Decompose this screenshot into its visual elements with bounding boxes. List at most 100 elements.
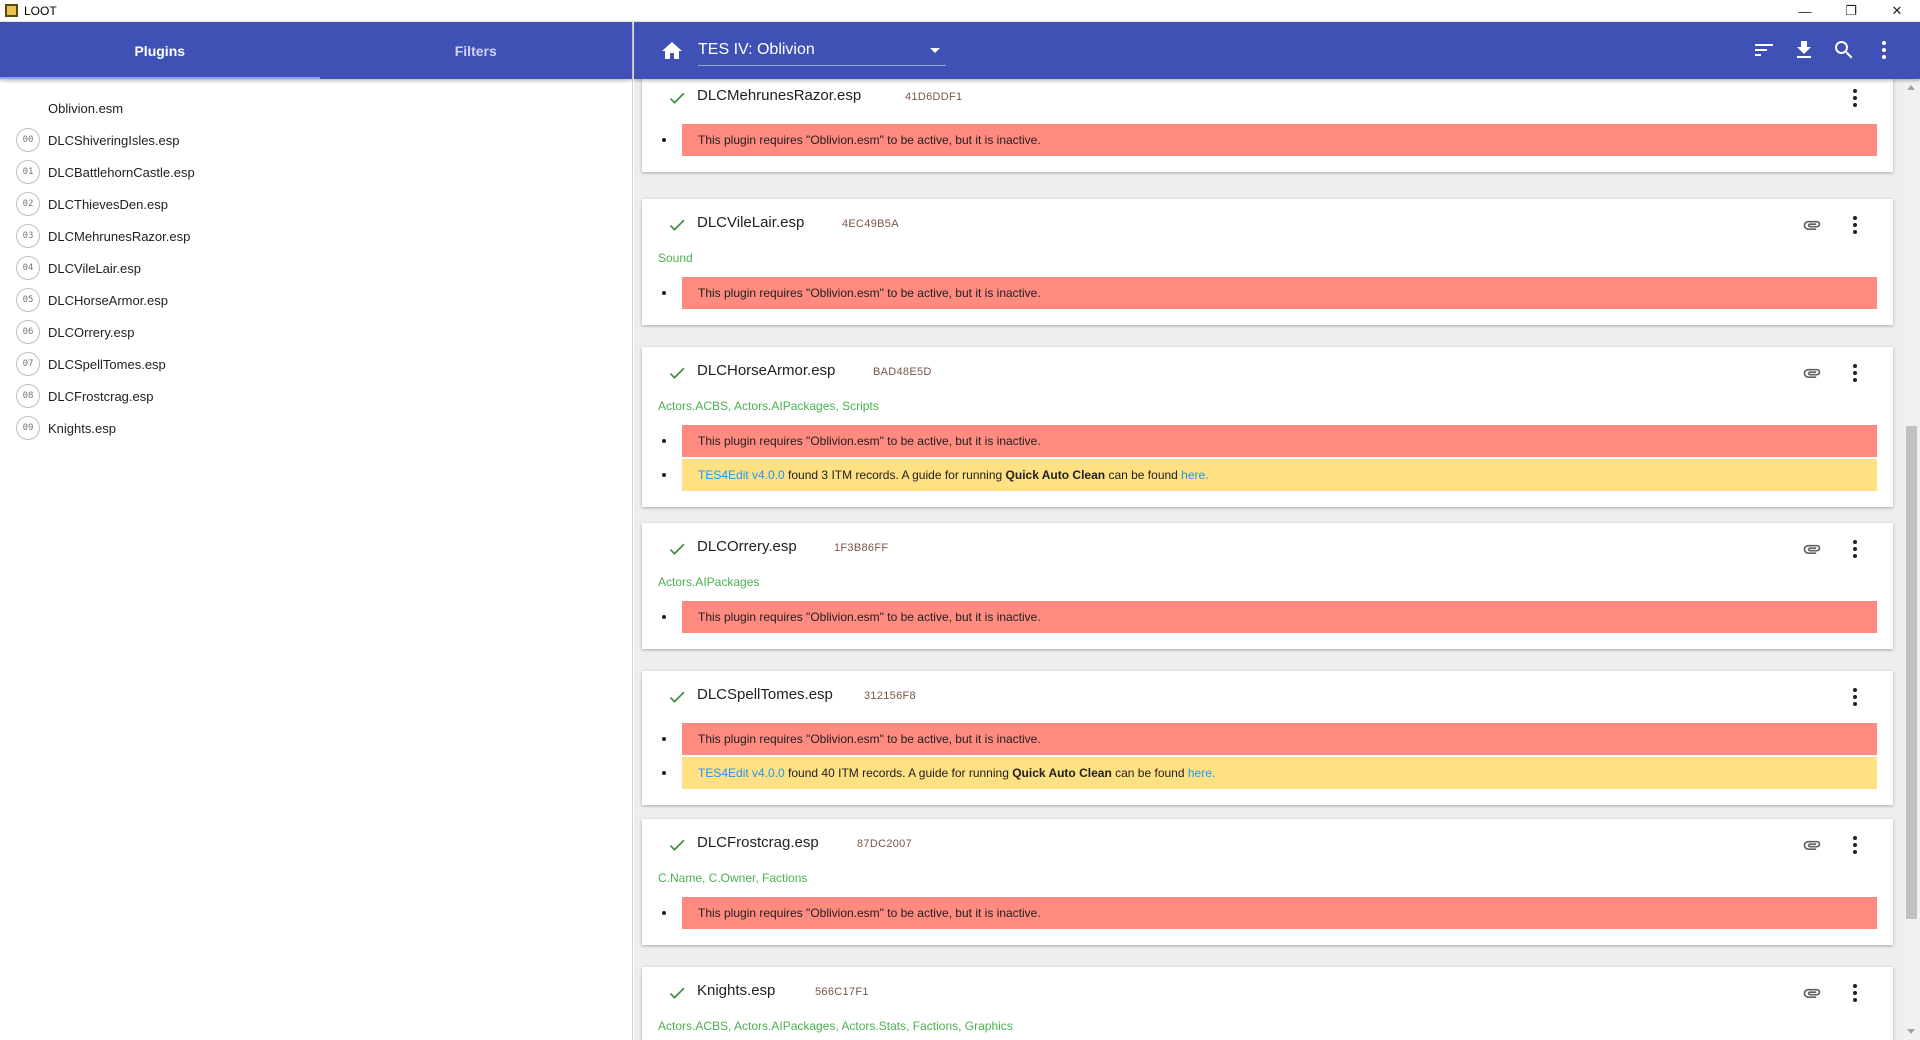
- more-vert-icon[interactable]: [1843, 361, 1867, 385]
- attachment-icon[interactable]: [1801, 983, 1823, 1003]
- plugin-nav-name: DLCFrostcrag.esp: [48, 388, 154, 404]
- guide-name: Quick Auto Clean: [1005, 468, 1106, 482]
- attachment-icon[interactable]: [1801, 363, 1823, 383]
- tool-link[interactable]: TES4Edit v4.0.0: [698, 766, 785, 780]
- scrollbar-thumb[interactable]: [1906, 426, 1917, 919]
- plugin-crc: 1F3B86FF: [834, 542, 889, 554]
- plugin-nav-item[interactable]: 03 DLCMehrunesRazor.esp: [0, 220, 632, 252]
- error-message: This plugin requires "Oblivion.esm" to b…: [662, 601, 1877, 633]
- toolbar-actions: [1736, 38, 1896, 62]
- plugin-nav-item[interactable]: 00 DLCShiveringIsles.esp: [0, 124, 632, 156]
- window-title: LOOT: [24, 3, 57, 18]
- itm-count: 3: [821, 468, 829, 482]
- close-button[interactable]: ✕: [1874, 0, 1920, 22]
- bash-tags: C.Name, C.Owner, Factions: [658, 871, 808, 885]
- message-list: This plugin requires "Oblivion.esm" to b…: [642, 425, 1893, 507]
- more-vert-icon[interactable]: [1872, 38, 1896, 62]
- scroll-down-arrow-icon[interactable]: [1907, 1029, 1915, 1034]
- game-select-value: TES IV: Oblivion: [698, 41, 815, 58]
- plugin-crc: 41D6DDF1: [905, 91, 963, 103]
- plugin-crc: BAD48E5D: [873, 366, 932, 378]
- active-tab-indicator: [0, 77, 320, 79]
- plugin-card-header: DLCMehrunesRazor.esp 41D6DDF1: [642, 79, 1893, 124]
- warning-text: ITM records. A guide for running: [828, 468, 1006, 482]
- plugin-crc: 312156F8: [864, 690, 916, 702]
- error-message: This plugin requires "Oblivion.esm" to b…: [662, 897, 1877, 929]
- plugin-card-header: DLCVileLair.esp 4EC49B5A: [642, 199, 1893, 251]
- error-message: This plugin requires "Oblivion.esm" to b…: [662, 277, 1877, 309]
- check-icon: [669, 691, 685, 703]
- load-order-index: 07: [16, 352, 40, 376]
- plugin-nav-item[interactable]: 02 DLCThievesDen.esp: [0, 188, 632, 220]
- sidebar-tabs: Plugins Filters: [0, 22, 632, 79]
- plugin-nav-name: DLCMehrunesRazor.esp: [48, 228, 191, 244]
- plugin-nav-name: DLCThievesDen.esp: [48, 196, 168, 212]
- attachment-icon[interactable]: [1801, 215, 1823, 235]
- more-vert-icon[interactable]: [1843, 537, 1867, 561]
- plugin-card-header: DLCOrrery.esp 1F3B86FF: [642, 523, 1893, 575]
- plugin-nav-name: DLCShiveringIsles.esp: [48, 132, 180, 148]
- plugin-card: DLCMehrunesRazor.esp 41D6DDF1 This plugi…: [642, 79, 1893, 172]
- plugin-card-header: DLCHorseArmor.esp BAD48E5D: [642, 347, 1893, 399]
- plugin-nav-item[interactable]: 04 DLCVileLair.esp: [0, 252, 632, 284]
- guide-link[interactable]: here: [1188, 766, 1212, 780]
- check-icon: [669, 543, 685, 555]
- load-order-index: 04: [16, 256, 40, 280]
- game-select[interactable]: TES IV: Oblivion: [698, 36, 946, 66]
- message-list: This plugin requires "Oblivion.esm" to b…: [642, 277, 1893, 325]
- load-order-index: 06: [16, 320, 40, 344]
- plugin-nav-item[interactable]: 07 DLCSpellTomes.esp: [0, 348, 632, 380]
- plugin-nav-item[interactable]: 06 DLCOrrery.esp: [0, 316, 632, 348]
- plugin-name: DLCVileLair.esp: [697, 214, 805, 231]
- plugin-nav-name: DLCBattlehornCastle.esp: [48, 164, 195, 180]
- check-icon: [669, 839, 685, 851]
- search-icon[interactable]: [1832, 38, 1856, 62]
- more-vert-icon[interactable]: [1843, 981, 1867, 1005]
- home-icon[interactable]: [660, 39, 684, 63]
- error-message: This plugin requires "Oblivion.esm" to b…: [662, 124, 1877, 156]
- main-toolbar: TES IV: Oblivion: [634, 22, 1920, 79]
- plugin-nav-item[interactable]: 09 Knights.esp: [0, 412, 632, 444]
- guide-link[interactable]: here: [1181, 468, 1205, 482]
- tool-link[interactable]: TES4Edit v4.0.0: [698, 468, 785, 482]
- main-scrollbar[interactable]: [1903, 79, 1920, 1040]
- plugin-card: DLCVileLair.esp 4EC49B5A Sound This plug…: [642, 199, 1893, 325]
- plugin-nav-item[interactable]: 05 DLCHorseArmor.esp: [0, 284, 632, 316]
- more-vert-icon[interactable]: [1843, 833, 1867, 857]
- chevron-down-icon: [930, 47, 940, 53]
- load-order-index: 09: [16, 416, 40, 440]
- minimize-button[interactable]: —: [1782, 0, 1828, 22]
- plugin-nav-item[interactable]: Oblivion.esm: [0, 92, 632, 124]
- more-vert-icon[interactable]: [1843, 213, 1867, 237]
- plugin-nav-name: DLCOrrery.esp: [48, 324, 135, 340]
- scroll-up-arrow-icon[interactable]: [1907, 85, 1915, 90]
- load-order-index: 01: [16, 160, 40, 184]
- more-vert-icon[interactable]: [1843, 685, 1867, 709]
- check-icon: [669, 92, 685, 104]
- plugin-nav-name: DLCVileLair.esp: [48, 260, 141, 276]
- plugin-card-header: DLCFrostcrag.esp 87DC2007: [642, 819, 1893, 871]
- plugin-card: DLCHorseArmor.esp BAD48E5D Actors.ACBS, …: [642, 347, 1893, 507]
- more-vert-icon[interactable]: [1843, 86, 1867, 110]
- tab-plugins[interactable]: Plugins: [0, 22, 320, 79]
- message-list: This plugin requires "Oblivion.esm" to b…: [642, 897, 1893, 945]
- plugin-nav-item[interactable]: 01 DLCBattlehornCastle.esp: [0, 156, 632, 188]
- plugin-card: DLCSpellTomes.esp 312156F8 This plugin r…: [642, 671, 1893, 805]
- load-order-index: 00: [16, 128, 40, 152]
- plugin-nav-name: Oblivion.esm: [48, 100, 124, 116]
- sidebar: Plugins Filters Oblivion.esm 00 DLCShive…: [0, 22, 633, 1040]
- download-icon[interactable]: [1792, 38, 1816, 62]
- message-list: This plugin requires "Oblivion.esm" to b…: [642, 723, 1893, 805]
- warning-text: can be found: [1111, 766, 1188, 780]
- warning-text: ITM records. A guide for running: [834, 766, 1013, 780]
- message-list: This plugin requires "Oblivion.esm" to b…: [642, 601, 1893, 649]
- plugin-nav-item[interactable]: 08 DLCFrostcrag.esp: [0, 380, 632, 412]
- bash-tags: Sound: [658, 251, 693, 265]
- tab-filters[interactable]: Filters: [320, 22, 633, 79]
- sort-icon[interactable]: [1752, 38, 1776, 62]
- plugin-card-header: DLCSpellTomes.esp 312156F8: [642, 671, 1893, 723]
- attachment-icon[interactable]: [1801, 539, 1823, 559]
- restore-button[interactable]: ❐: [1828, 0, 1874, 22]
- attachment-icon[interactable]: [1801, 835, 1823, 855]
- load-order-index: 03: [16, 224, 40, 248]
